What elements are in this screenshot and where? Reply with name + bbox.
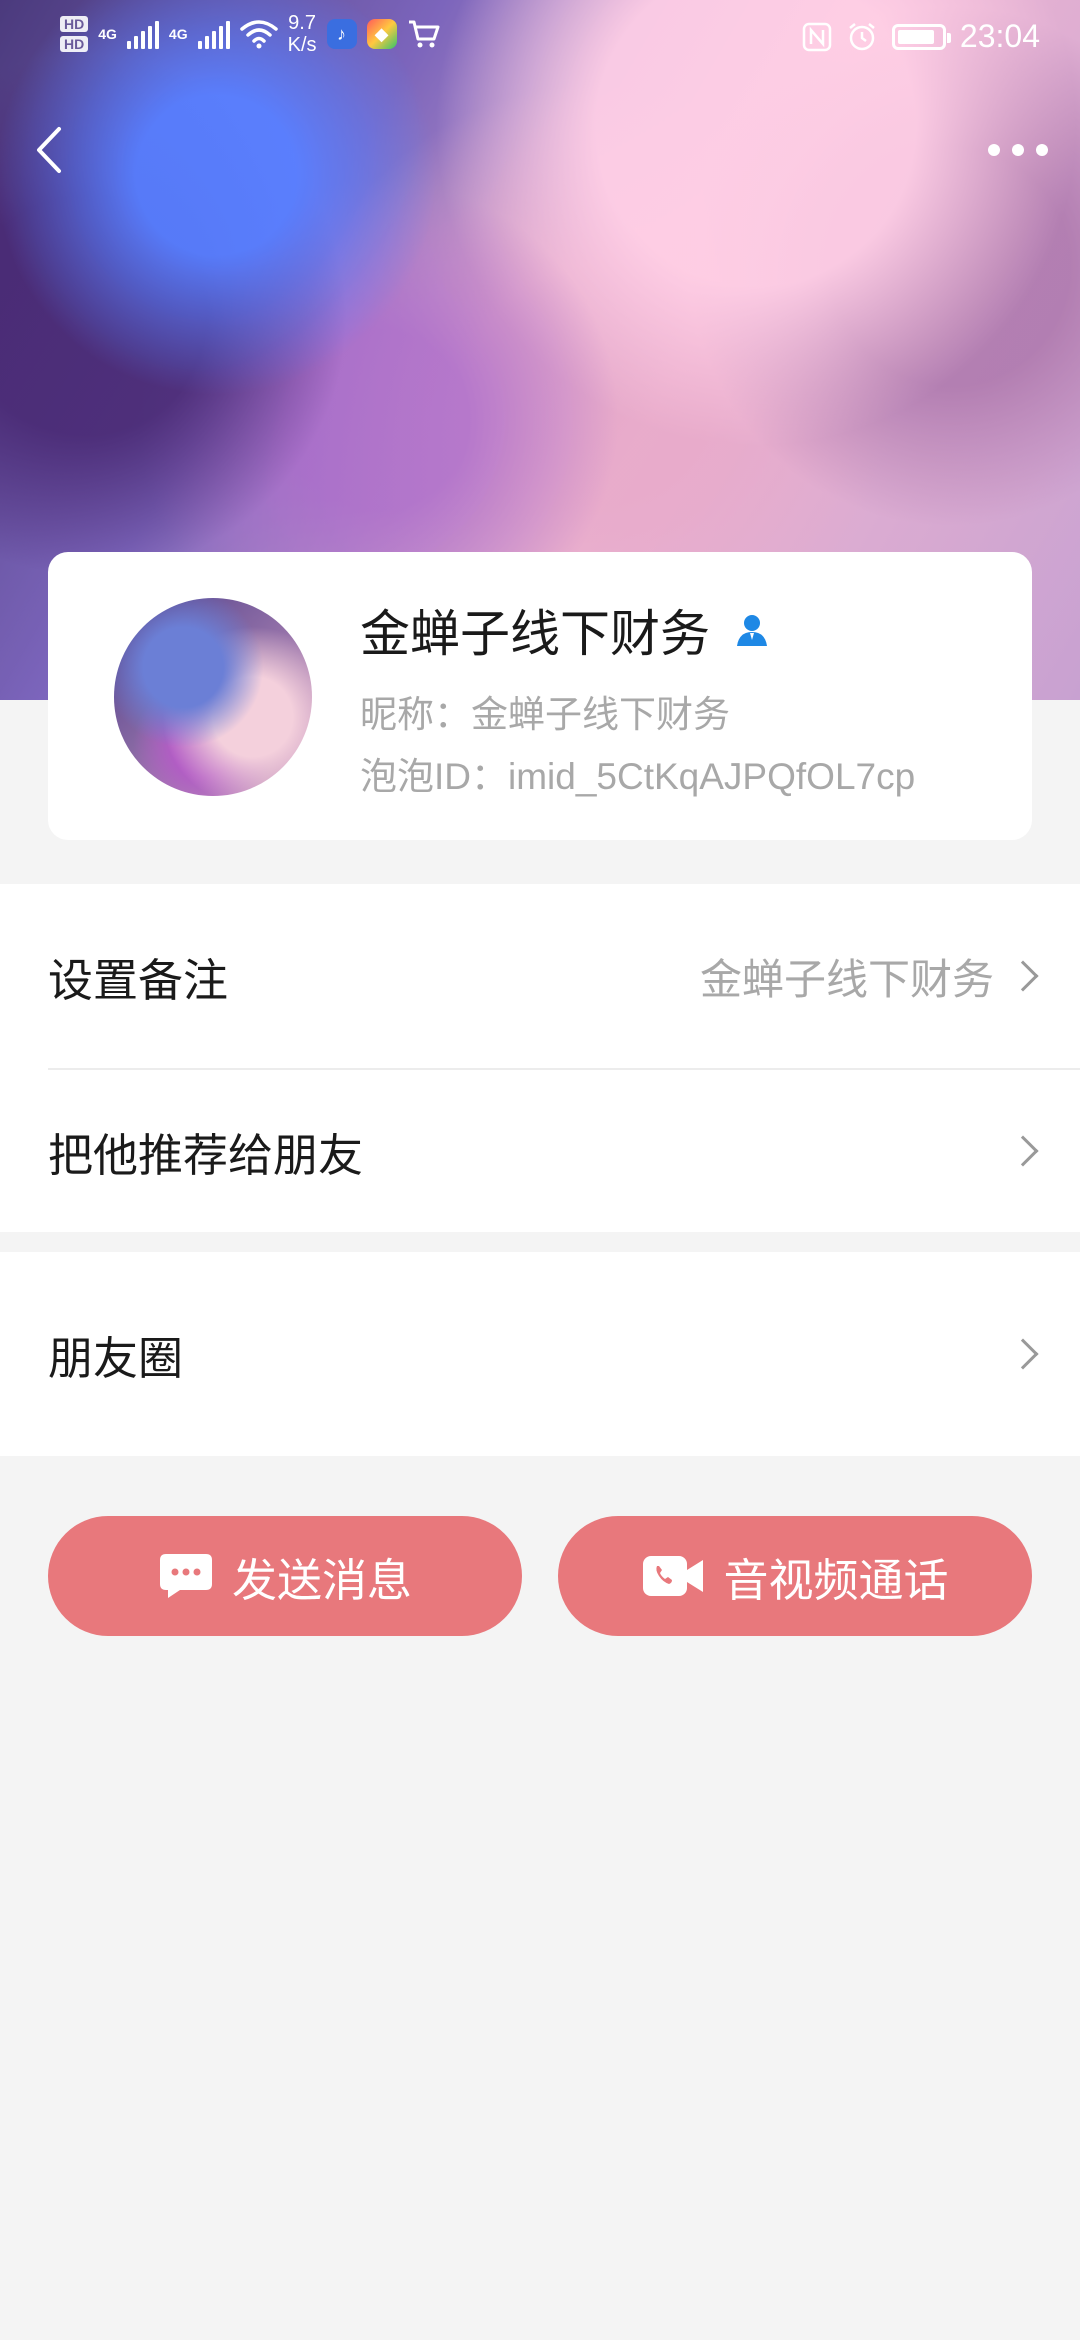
profile-card: 金蝉子线下财务 昵称：金蝉子线下财务 泡泡ID：imid_5CtKqAJPQfO…	[48, 552, 1032, 840]
alarm-icon	[849, 22, 875, 50]
wifi-icon	[239, 20, 278, 49]
recommend-label: 把他推荐给朋友	[48, 1129, 364, 1181]
hd-indicator: HD HD	[60, 16, 89, 52]
video-call-icon	[643, 1556, 704, 1596]
nfc-icon	[802, 22, 832, 51]
chevron-right-icon	[1007, 1338, 1039, 1370]
moments-label: 朋友圈	[48, 1332, 184, 1384]
av-call-label: 音视频通话	[723, 1554, 949, 1606]
shopping-cart-icon	[408, 20, 440, 48]
music-app-icon: ♪	[326, 19, 357, 49]
recommend-to-friend-row[interactable]: 把他推荐给朋友	[0, 1070, 1080, 1232]
clock: 23:04	[959, 18, 1040, 54]
avatar[interactable]	[114, 598, 312, 796]
moments-row[interactable]: 朋友圈	[0, 1252, 1080, 1456]
set-remark-label: 设置备注	[48, 954, 229, 1006]
network-type-2: 4G	[168, 26, 188, 42]
signal-icon	[126, 19, 159, 49]
chevron-right-icon	[1007, 960, 1039, 992]
chevron-left-icon	[37, 127, 61, 173]
more-dots-icon	[988, 144, 1000, 156]
moments-section: 朋友圈	[0, 1252, 1080, 1456]
remark-value: 金蝉子线下财务	[699, 955, 994, 1003]
app-store-icon: ◆	[366, 19, 397, 49]
battery-icon	[891, 23, 951, 50]
user-id: 泡泡ID：imid_5CtKqAJPQfOL7cp	[360, 756, 916, 797]
display-name: 金蝉子线下财务	[360, 606, 710, 662]
nickname: 昵称：金蝉子线下财务	[360, 694, 730, 735]
chat-bubble-icon	[159, 1554, 212, 1598]
status-bar: HD HD 4G 4G 9.7 K/s ♪ ◆ 23:04	[0, 0, 1080, 78]
chevron-right-icon	[1007, 1135, 1039, 1167]
send-message-button[interactable]: 发送消息	[48, 1516, 522, 1636]
av-call-button[interactable]: 音视频通话	[558, 1516, 1032, 1636]
more-dots-icon	[1012, 144, 1024, 156]
set-remark-row[interactable]: 设置备注 金蝉子线下财务	[0, 884, 1080, 1068]
send-message-label: 发送消息	[231, 1554, 412, 1606]
signal-icon	[197, 19, 230, 49]
network-type-1: 4G	[98, 26, 117, 42]
more-dots-icon	[1036, 144, 1048, 156]
back-button[interactable]	[18, 120, 78, 180]
more-options-button[interactable]	[978, 120, 1058, 180]
person-icon	[737, 615, 767, 646]
network-speed: 9.7 K/s	[287, 12, 317, 56]
settings-section: 设置备注 金蝉子线下财务 把他推荐给朋友	[0, 884, 1080, 1232]
